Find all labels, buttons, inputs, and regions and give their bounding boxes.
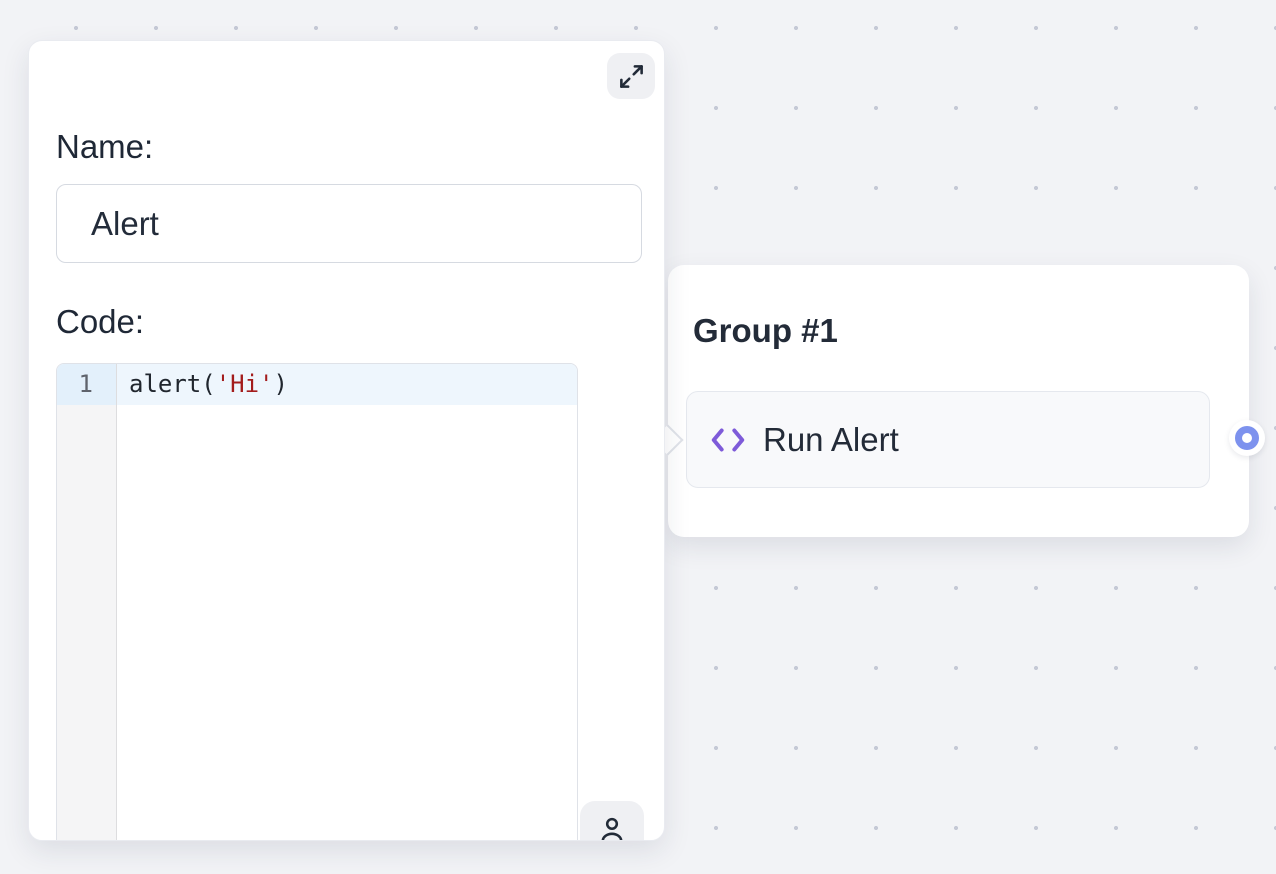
code-icon bbox=[709, 425, 747, 455]
line-number: 1 bbox=[57, 364, 116, 405]
name-input[interactable] bbox=[56, 184, 642, 263]
code-token-string: 'Hi' bbox=[216, 370, 274, 398]
group-title: Group #1 bbox=[693, 312, 838, 350]
expand-button[interactable] bbox=[607, 53, 655, 99]
group-card[interactable]: Group #1 Run Alert bbox=[668, 265, 1249, 537]
node-config-panel: Name: Code: 1 alert('Hi') bbox=[28, 40, 665, 841]
source-handle-ring-icon bbox=[1235, 426, 1259, 450]
code-editor-gutter: 1 bbox=[57, 364, 117, 841]
code-token-plain: ) bbox=[274, 370, 288, 398]
expand-icon bbox=[618, 63, 645, 90]
flow-canvas[interactable]: Name: Code: 1 alert('Hi') Group #1 bbox=[0, 0, 1276, 874]
code-editor[interactable]: 1 alert('Hi') bbox=[56, 363, 578, 841]
node-label: Run Alert bbox=[763, 421, 899, 459]
user-icon bbox=[595, 811, 629, 841]
code-token-plain: alert( bbox=[129, 370, 216, 398]
code-line: alert('Hi') bbox=[117, 364, 577, 405]
source-handle[interactable] bbox=[1229, 420, 1265, 456]
name-label: Name: bbox=[56, 125, 153, 169]
code-label: Code: bbox=[56, 300, 144, 344]
user-button[interactable] bbox=[580, 801, 644, 841]
code-editor-content[interactable]: alert('Hi') bbox=[117, 364, 577, 841]
node-run-alert[interactable]: Run Alert bbox=[686, 391, 1210, 488]
